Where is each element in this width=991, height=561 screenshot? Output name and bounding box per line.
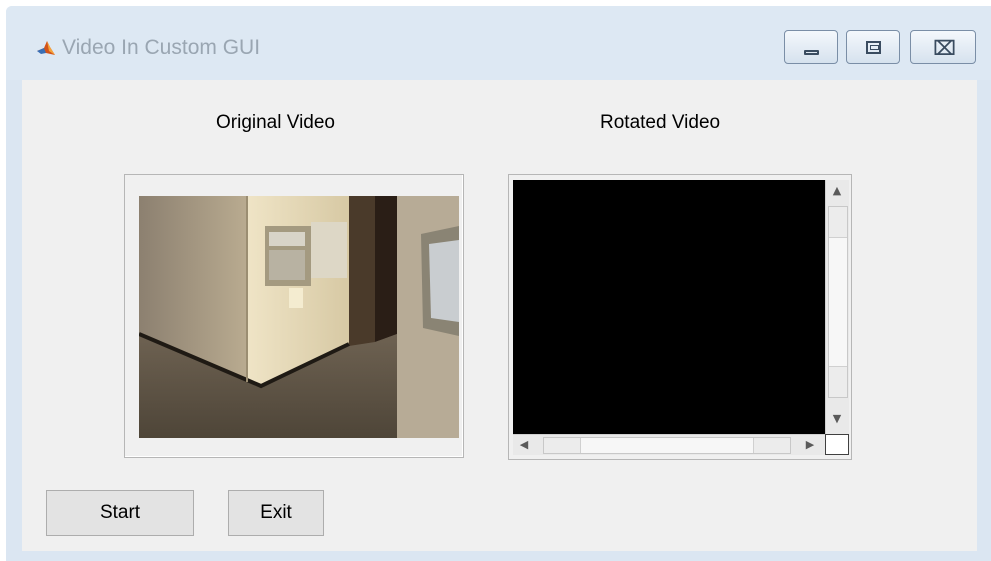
minimize-icon <box>804 50 819 55</box>
vertical-scrollbar[interactable]: ▲ ▼ <box>825 180 849 434</box>
matlab-icon <box>37 41 55 55</box>
app-window: Video In Custom GUI ⌧ Original Video Rot… <box>6 6 991 561</box>
start-button[interactable]: Start <box>46 490 194 536</box>
maximize-icon <box>866 41 881 54</box>
minimize-button[interactable] <box>784 30 838 64</box>
scrollbar-corner <box>825 434 849 455</box>
close-icon: ⌧ <box>933 36 957 60</box>
horizontal-scrollbar[interactable]: ◀ ▶ <box>513 434 825 455</box>
vertical-scroll-thumb[interactable] <box>828 206 848 398</box>
horizontal-scroll-thumb[interactable] <box>543 437 791 454</box>
window-title: Video In Custom GUI <box>62 36 261 59</box>
exit-button[interactable]: Exit <box>228 490 324 536</box>
rotated-video-axes: ▲ ▼ ◀ ▶ <box>508 174 852 460</box>
maximize-button[interactable] <box>846 30 900 64</box>
scroll-left-arrow-icon[interactable]: ◀ <box>517 438 531 451</box>
figure-client-area: Original Video Rotated Video ▲ ▼ ◀ ▶ Sta… <box>22 80 977 551</box>
title-bar[interactable]: Video In Custom GUI ⌧ <box>6 6 991 80</box>
rotated-video-frame <box>513 180 825 434</box>
video-image <box>139 196 459 438</box>
scroll-up-arrow-icon[interactable]: ▲ <box>826 184 848 197</box>
close-button[interactable]: ⌧ <box>910 30 976 64</box>
scroll-down-arrow-icon[interactable]: ▼ <box>826 412 848 425</box>
original-video-frame <box>139 196 459 438</box>
scroll-right-arrow-icon[interactable]: ▶ <box>803 438 817 451</box>
original-video-axes <box>124 174 464 458</box>
original-video-label: Original Video <box>216 112 336 133</box>
rotated-video-label: Rotated Video <box>600 112 721 133</box>
